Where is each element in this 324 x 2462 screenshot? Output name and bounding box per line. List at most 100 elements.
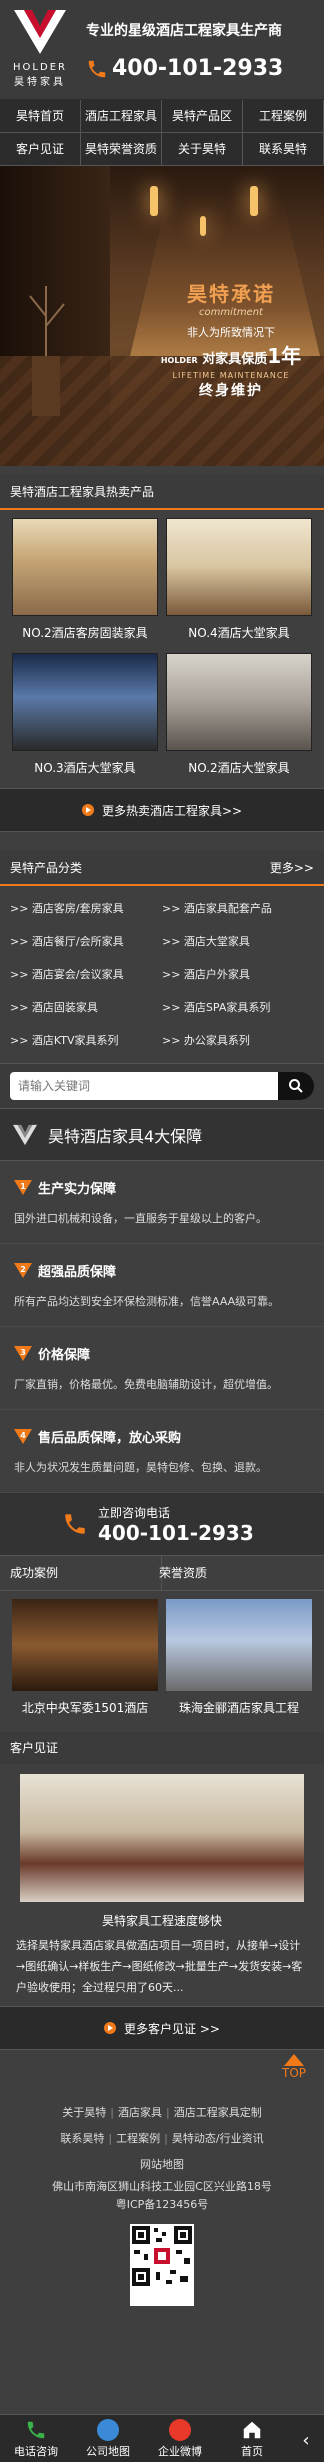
logo-cn-text: 昊特家具 [14, 77, 66, 88]
guarantee-item: 3 价格保障 厂家直销，价格最优。免费电脑辅助设计，超优增值。 [0, 1327, 324, 1410]
nav-item-hotel-furniture[interactable]: 酒店工程家具 [81, 100, 162, 133]
bottom-nav-home[interactable]: 首页 [216, 2415, 288, 2462]
nav-item-contact[interactable]: 联系昊特 [243, 133, 324, 166]
case-image [166, 1599, 312, 1691]
case-caption: 北京中央军委1501酒店 [21, 1701, 149, 1715]
footer-link[interactable]: 关于昊特 [62, 2106, 106, 2119]
bottom-nav-label: 企业微博 [158, 2445, 202, 2458]
product-card[interactable]: NO.2酒店大堂家具 [162, 649, 316, 784]
category-link[interactable]: >> 酒店家具配套产品 [162, 892, 314, 925]
hot-products-title: 昊特酒店工程家具热卖产品 [0, 474, 324, 510]
footer-sitemap[interactable]: 网站地图 [6, 2152, 318, 2178]
category-link[interactable]: >> 酒店大堂家具 [162, 925, 314, 958]
number-badge-icon: 4 [14, 1427, 32, 1445]
phone-icon [25, 2419, 47, 2441]
top-label: TOP [281, 2066, 306, 2080]
footer-link[interactable]: 酒店家具 [118, 2106, 162, 2119]
hot-products-grid: NO.2酒店客房固装家具 NO.4酒店大堂家具 NO.3酒店大堂家具 NO.2酒… [0, 510, 324, 788]
back-to-top-button[interactable]: TOP [282, 2054, 306, 2080]
categories-grid: >> 酒店客房/套房家具 >> 酒店家具配套产品 >> 酒店餐厅/会所家具 >>… [0, 886, 324, 1063]
footer-link[interactable]: 昊特动态/行业资讯 [172, 2132, 264, 2145]
promise-line1: 非人为所致情况下 [187, 326, 275, 339]
guarantee-item: 2 超强品质保障 所有产品均达到安全环保检测标准，信誉AAA级可靠。 [0, 1244, 324, 1327]
promise-line3: LIFETIME MAINTENANCE [172, 371, 290, 380]
case-card[interactable]: 珠海金郦酒店家具工程 [162, 1599, 316, 1716]
product-card[interactable]: NO.4酒店大堂家具 [162, 514, 316, 649]
footer-link[interactable]: 联系昊特 [60, 2132, 104, 2145]
promise-line2-num: 1年 [267, 344, 302, 368]
consult-hotline[interactable]: 立即咨询电话 400-101-2933 [0, 1493, 324, 1555]
review-image[interactable] [20, 1774, 304, 1902]
guarantee-title: 昊特酒店家具4大保障 [48, 1126, 203, 1146]
guarantee-item-title: 价格保障 [38, 1347, 91, 1363]
case-image [12, 1599, 158, 1691]
more-hot-products-button[interactable]: 更多热卖酒店工程家具>> [0, 788, 324, 832]
nav-item-cases[interactable]: 工程案例 [243, 100, 324, 133]
product-card[interactable]: NO.3酒店大堂家具 [8, 649, 162, 784]
case-card[interactable]: 北京中央军委1501酒店 [8, 1599, 162, 1716]
category-link[interactable]: >> 酒店户外家具 [162, 958, 314, 991]
guarantee-item-desc: 所有产品均达到安全环保检测标准，信誉AAA级可靠。 [14, 1295, 280, 1308]
nav-item-home[interactable]: 昊特首页 [0, 100, 81, 133]
banner-promise: 昊特承诺 commitment 非人为所致情况下 HOLDER 对家具保质1年 … [146, 278, 316, 400]
svg-text:2: 2 [20, 1265, 26, 1274]
back-button[interactable]: ‹ [288, 2415, 324, 2462]
product-caption: NO.2酒店客房固装家具 [22, 626, 148, 640]
promise-subtitle: commitment [199, 307, 263, 318]
home-icon [241, 2419, 263, 2441]
promise-line2-pre: HOLDER [160, 356, 198, 365]
bottom-nav-map[interactable]: 公司地图 [72, 2415, 144, 2462]
qr-code-icon [130, 2224, 194, 2306]
category-link[interactable]: >> 酒店SPA家具系列 [162, 991, 314, 1024]
product-image [166, 518, 312, 616]
nav-item-honors[interactable]: 昊特荣誉资质 [81, 133, 162, 166]
nav-item-products[interactable]: 昊特产品区 [162, 100, 243, 133]
header-hotline[interactable]: 400-101-2933 [112, 56, 283, 81]
search-button[interactable] [278, 1072, 314, 1100]
category-link[interactable]: >> 酒店客房/套房家具 [10, 892, 162, 925]
page: { "header": { "logo_en": "HOLDER", "logo… [0, 0, 324, 2462]
categories-more-link[interactable]: 更多>> [270, 850, 314, 886]
bottom-nav-phone[interactable]: 电话咨询 [0, 2415, 72, 2462]
product-image [12, 653, 158, 751]
tab-honors[interactable]: 荣誉资质 [102, 1556, 264, 1590]
hero-banner[interactable]: 昊特承诺 commitment 非人为所致情况下 HOLDER 对家具保质1年 … [0, 166, 324, 466]
review-title-text: 客户见证 [10, 1741, 59, 1755]
footer-link[interactable]: 工程案例 [116, 2132, 160, 2145]
nav-item-testimonials[interactable]: 客户见证 [0, 133, 81, 166]
guarantee-item-desc: 非人为状况发生质量问题，昊特包修、包换、退款。 [14, 1461, 267, 1474]
more-reviews-button[interactable]: 更多客户见证 >> [0, 2006, 324, 2050]
bottom-nav-weibo[interactable]: 企业微博 [144, 2415, 216, 2462]
number-badge-icon: 2 [14, 1261, 32, 1279]
category-link[interactable]: >> 酒店餐厅/会所家具 [10, 925, 162, 958]
product-caption: NO.3酒店大堂家具 [34, 761, 136, 775]
review-text: 选择昊特家具酒店家具做酒店项目一项目时，从接单→设计→图纸确认→样板生产→图纸修… [16, 1939, 303, 1994]
header-slogan: 专业的星级酒店工程家具生产商 [86, 23, 282, 39]
guarantee-item-title: 超强品质保障 [38, 1264, 117, 1280]
promise-title: 昊特承诺 [187, 282, 275, 306]
category-link[interactable]: >> 办公家具系列 [162, 1024, 314, 1057]
more-reviews-label: 更多客户见证 >> [124, 2021, 220, 2036]
categories-title: 昊特产品分类 更多>> [0, 850, 324, 886]
category-link[interactable]: >> 酒店固装家具 [10, 991, 162, 1024]
nav-item-about[interactable]: 关于昊特 [162, 133, 243, 166]
guarantee-item: 4 售后品质保障，放心采购 非人为状况发生质量问题，昊特包修、包换、退款。 [0, 1410, 324, 1493]
category-link[interactable]: >> 酒店宴会/会议家具 [10, 958, 162, 991]
product-image [12, 518, 158, 616]
guarantee-item-title: 生产实力保障 [38, 1181, 117, 1197]
logo-en-text: HOLDER [13, 62, 67, 73]
search-input[interactable] [10, 1072, 278, 1100]
footer-link[interactable]: 酒店工程家具定制 [174, 2106, 262, 2119]
search-bar [0, 1063, 324, 1109]
promise-line2-main: 对家具保质 [202, 352, 268, 367]
guarantee-header: 昊特酒店家具4大保障 [0, 1109, 324, 1161]
banner-lamp-icon [200, 216, 206, 236]
holder-logo[interactable]: HOLDER 昊特家具 [6, 6, 74, 94]
review-block: 昊特家具工程速度够快 选择昊特家具酒店家具做酒店项目一项目时，从接单→设计→图纸… [0, 1764, 324, 2006]
footer-links-row: 联系昊特 | 工程案例 | 昊特动态/行业资讯 [60, 2132, 264, 2145]
main-nav: 昊特首页 酒店工程家具 昊特产品区 工程案例 客户见证 昊特荣誉资质 关于昊特 … [0, 100, 324, 166]
consult-label: 立即咨询电话 [98, 1505, 171, 1520]
category-link[interactable]: >> 酒店KTV家具系列 [10, 1024, 162, 1057]
bottom-nav-label: 首页 [241, 2445, 263, 2458]
product-card[interactable]: NO.2酒店客房固装家具 [8, 514, 162, 649]
